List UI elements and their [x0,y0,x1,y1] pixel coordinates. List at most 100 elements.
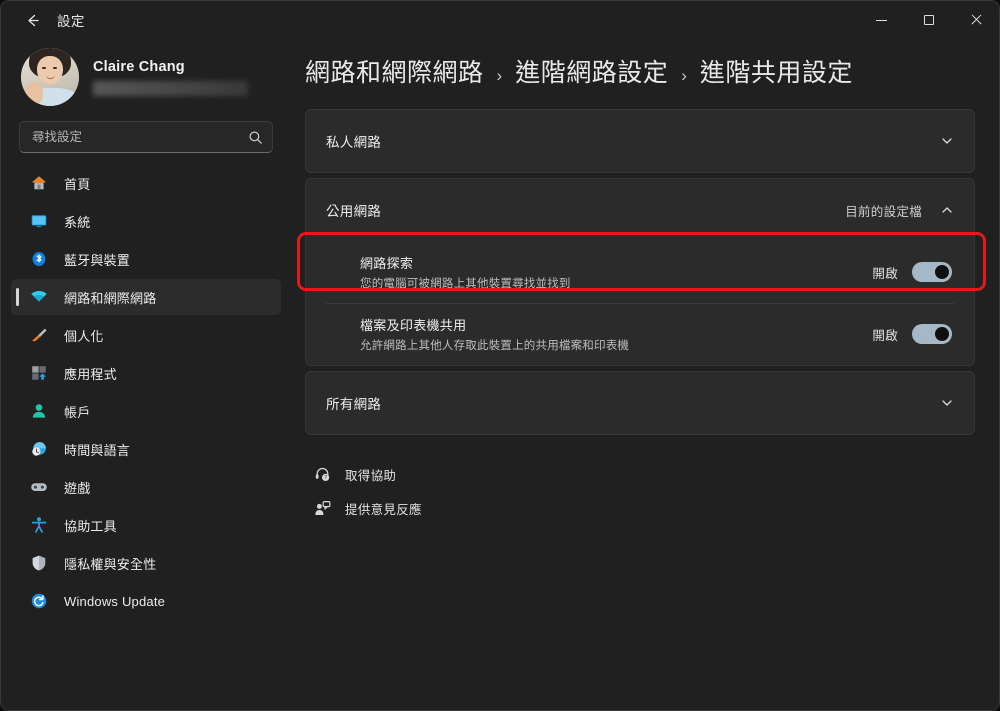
setting-control: 開啟 [872,324,954,344]
avatar [21,48,79,106]
sidebar-item-system[interactable]: 系統 [11,203,281,239]
setting-row-network-discovery: 網路探索 您的電腦可被網路上其他裝置尋找並找到 開啟 [306,241,974,303]
help-icon: ? [311,466,333,483]
footer-link-label: 取得協助 [345,468,397,483]
search-icon[interactable] [248,130,263,145]
account-summary[interactable]: Claire Chang [11,39,281,111]
current-profile-badge: 目前的設定檔 [845,204,922,219]
breadcrumb: 網路和網際網路 › 進階網路設定 › 進階共用設定 [305,39,975,109]
section-all-networks-header[interactable]: 所有網路 [306,372,974,434]
breadcrumb-item-network[interactable]: 網路和網際網路 [305,53,484,89]
section-public-network: 公用網路 目前的設定檔 網路探索 您的電腦可被網路上其他裝置尋找並找到 開啟 檔… [305,178,975,366]
minimize-icon [876,19,887,21]
home-icon [29,173,49,193]
breadcrumb-separator: › [681,66,687,85]
settings-window: 設定 Claire Chang 尋找設定 首頁 系統 藍牙與裝置 網路和網際網路… [0,0,1000,711]
maximize-icon [923,15,934,25]
network-discovery-toggle[interactable] [912,262,952,282]
sidebar-item-label: 首頁 [64,176,91,192]
apps-icon [29,363,49,383]
toggle-knob [935,327,949,341]
close-icon [970,14,982,26]
time-language-icon [29,439,49,459]
sidebar-item-label: Windows Update [64,593,166,609]
system-icon [29,211,49,231]
sidebar-item-label: 協助工具 [64,518,117,534]
close-button[interactable] [952,1,999,39]
sidebar-item-accessibility[interactable]: 協助工具 [11,507,281,543]
section-header-right [940,134,954,148]
feedback-icon [311,500,333,517]
footer-links: ? 取得協助 提供意見反應 [305,459,975,523]
sidebar: Claire Chang 尋找設定 首頁 系統 藍牙與裝置 網路和網際網路 個人… [1,39,291,710]
sidebar-item-label: 帳戶 [64,404,91,420]
sidebar-item-privacy-security[interactable]: 隱私權與安全性 [11,545,281,581]
gaming-icon [29,477,49,497]
toggle-knob [935,265,949,279]
setting-description: 允許網路上其他人存取此裝置上的共用檔案和印表機 [360,340,630,352]
setting-text: 網路探索 您的電腦可被網路上其他裝置尋找並找到 [360,253,571,291]
get-help-link[interactable]: ? 取得協助 [311,459,975,489]
accounts-icon [29,401,49,421]
breadcrumb-item-advanced-network[interactable]: 進階網路設定 [515,53,668,89]
setting-text: 檔案及印表機共用 允許網路上其他人存取此裝置上的共用檔案和印表機 [360,315,629,353]
sidebar-item-time-language[interactable]: 時間與語言 [11,431,281,467]
maximize-button[interactable] [905,1,952,39]
sidebar-item-accounts[interactable]: 帳戶 [11,393,281,429]
minimize-button[interactable] [858,1,905,39]
setting-title: 網路探索 [360,256,414,271]
search-box[interactable] [19,121,273,153]
account-email-redacted [93,80,248,96]
window-title: 設定 [57,14,85,29]
footer-link-label: 提供意見反應 [345,502,422,517]
file-printer-sharing-toggle[interactable] [912,324,952,344]
sidebar-item-label: 應用程式 [64,366,117,382]
section-title: 公用網路 [326,204,382,219]
setting-description: 您的電腦可被網路上其他裝置尋找並找到 [360,278,571,290]
chevron-down-icon[interactable] [940,134,954,148]
window-controls [858,1,999,39]
search-input[interactable] [32,130,248,144]
sidebar-item-label: 系統 [64,214,91,230]
sidebar-item-personalization[interactable]: 個人化 [11,317,281,353]
svg-text:?: ? [324,475,327,481]
sidebar-item-label: 隱私權與安全性 [64,556,157,572]
section-public-network-header[interactable]: 公用網路 目前的設定檔 [306,179,974,241]
sidebar-item-apps[interactable]: 應用程式 [11,355,281,391]
toggle-state-label: 開啟 [872,328,898,343]
toggle-state-label: 開啟 [872,266,898,281]
section-header-right [940,396,954,410]
chevron-down-icon[interactable] [940,396,954,410]
sidebar-nav: 首頁 系統 藍牙與裝置 網路和網際網路 個人化 應用程式 帳戶 時間與語言 遊戲… [11,165,281,619]
chevron-up-icon[interactable] [940,203,954,217]
section-private-network: 私人網路 [305,109,975,173]
back-button[interactable] [15,5,49,35]
title-bar: 設定 [1,1,999,39]
give-feedback-link[interactable]: 提供意見反應 [311,493,975,523]
privacy-security-icon [29,553,49,573]
setting-title: 檔案及印表機共用 [360,318,467,333]
setting-row-file-printer-sharing: 檔案及印表機共用 允許網路上其他人存取此裝置上的共用檔案和印表機 開啟 [306,303,974,365]
accessibility-icon [29,515,49,535]
sidebar-item-network-internet[interactable]: 網路和網際網路 [11,279,281,315]
sidebar-item-windows-update[interactable]: Windows Update [11,583,281,619]
window-body: Claire Chang 尋找設定 首頁 系統 藍牙與裝置 網路和網際網路 個人… [1,39,999,710]
setting-control: 開啟 [872,262,954,282]
sidebar-item-bluetooth-devices[interactable]: 藍牙與裝置 [11,241,281,277]
sidebar-item-gaming[interactable]: 遊戲 [11,469,281,505]
sidebar-item-label: 時間與語言 [64,442,131,458]
page-title: 進階共用設定 [699,59,853,87]
bluetooth-icon [29,249,49,269]
account-name: Claire Chang [93,58,185,75]
personalization-icon [29,325,49,345]
section-all-networks: 所有網路 [305,371,975,435]
sidebar-item-label: 網路和網際網路 [64,290,157,306]
windows-update-icon [29,591,49,611]
section-private-network-header[interactable]: 私人網路 [306,110,974,172]
sidebar-item-label: 遊戲 [64,480,91,496]
content-pane: 網路和網際網路 › 進階網路設定 › 進階共用設定 私人網路 公用網路 目前的設… [291,39,999,710]
sidebar-item-home[interactable]: 首頁 [11,165,281,201]
sidebar-item-label: 藍牙與裝置 [64,252,131,268]
sidebar-item-label: 個人化 [64,328,104,344]
section-title: 所有網路 [326,397,382,412]
